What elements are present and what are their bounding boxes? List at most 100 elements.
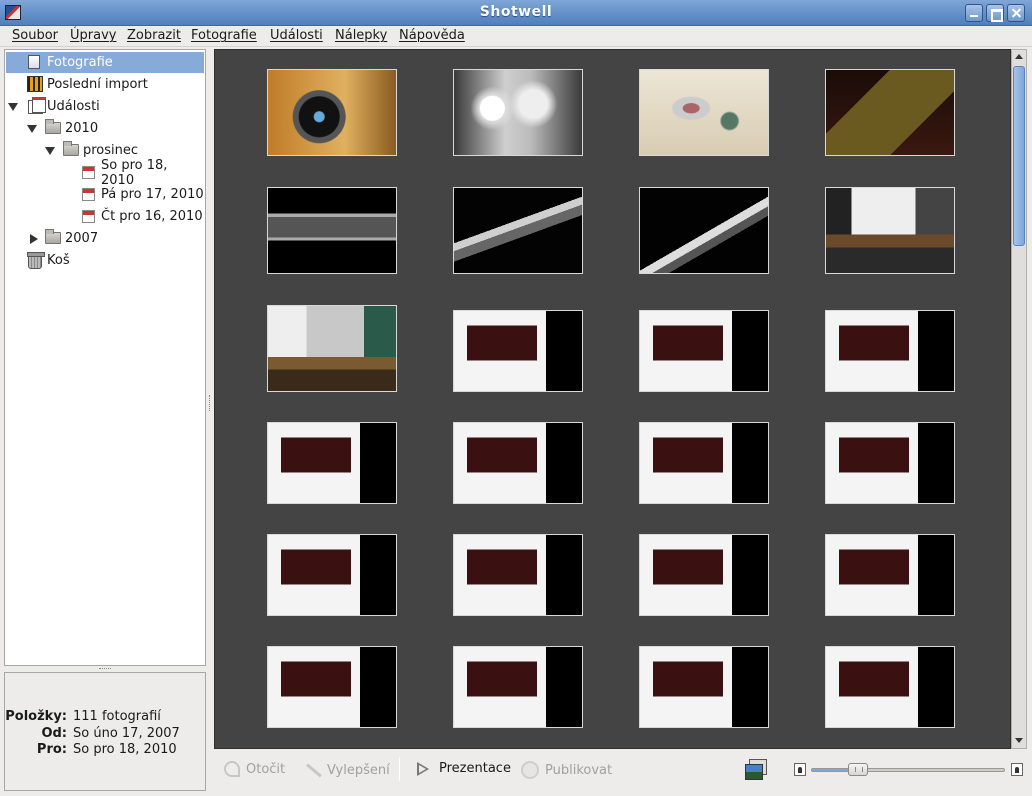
calendar-icon xyxy=(82,166,95,179)
publish-globe-icon xyxy=(521,761,539,779)
photo-thumbnail[interactable] xyxy=(825,310,955,392)
events-icon xyxy=(28,97,46,114)
photo-thumbnail[interactable] xyxy=(639,646,769,728)
folder-icon xyxy=(45,119,61,134)
minimize-button[interactable] xyxy=(965,4,983,22)
photo-thumbnail[interactable] xyxy=(825,69,955,156)
expander-right-icon[interactable] xyxy=(30,234,38,244)
zoom-slider-handle[interactable] xyxy=(848,763,868,776)
sidebar-item-last-import[interactable]: Poslední import xyxy=(6,74,204,95)
zoom-out-person-icon[interactable] xyxy=(794,763,806,776)
title-bar: Shotwell xyxy=(0,0,1032,26)
zoom-slider-fill xyxy=(812,769,851,771)
scroll-down-icon[interactable] xyxy=(1015,738,1023,743)
rotate-label: Otočit xyxy=(246,761,286,777)
expander-down-icon[interactable] xyxy=(8,103,18,111)
menu-file[interactable]: Soubor xyxy=(12,28,58,43)
expander-down-icon[interactable] xyxy=(27,125,37,133)
menu-photos[interactable]: Fotografie xyxy=(191,28,257,43)
scroll-up-icon[interactable] xyxy=(1015,54,1023,59)
photo-thumbnail[interactable] xyxy=(825,187,955,274)
photo-thumbnail[interactable] xyxy=(267,187,397,274)
photo-thumbnail[interactable] xyxy=(267,422,397,504)
menu-edit[interactable]: Úpravy xyxy=(70,28,116,43)
sidebar-item-label: So pro 18, 2010 xyxy=(101,157,168,188)
publish-button[interactable]: Publikovat xyxy=(521,761,612,779)
photos-display-icon[interactable] xyxy=(745,759,767,780)
photo-thumbnail[interactable] xyxy=(453,187,583,274)
photo-thumbnail[interactable] xyxy=(825,422,955,504)
sidebar-item-label: Události xyxy=(47,99,100,114)
photo-thumbnail[interactable] xyxy=(639,187,769,274)
sidebar-item-label: Poslední import xyxy=(47,77,148,92)
sidebar-item-label: Koš xyxy=(47,253,70,268)
rotate-icon xyxy=(224,761,240,777)
photo-thumbnail[interactable] xyxy=(453,69,583,156)
enhance-label: Vylepšení xyxy=(327,762,390,778)
sidebar-item-event[interactable]: Čt pro 16, 2010 xyxy=(6,206,204,227)
photo-thumbnail[interactable] xyxy=(267,69,397,156)
toolbar-separator xyxy=(399,757,400,781)
photo-thumbnail[interactable] xyxy=(639,69,769,156)
photo-thumbnail[interactable] xyxy=(267,534,397,616)
sidebar-item-event[interactable]: So pro 18, 2010 xyxy=(6,158,204,188)
photo-thumbnail[interactable] xyxy=(267,646,397,728)
sidebar-item-label: 2007 xyxy=(65,231,99,246)
expander-down-icon[interactable] xyxy=(45,147,55,155)
menu-events[interactable]: Události xyxy=(270,28,323,43)
items-count-value: 111 fotografií xyxy=(73,709,161,724)
calendar-icon xyxy=(82,210,95,223)
menu-view[interactable]: Zobrazit xyxy=(127,28,181,43)
folder-icon xyxy=(45,229,61,244)
sidebar-item-label: prosinec xyxy=(83,143,139,158)
window-title: Shotwell xyxy=(479,4,553,20)
menu-bar: Soubor Úpravy Zobrazit Fotografie Událos… xyxy=(0,26,1032,47)
photo-thumbnail[interactable] xyxy=(453,422,583,504)
menu-help[interactable]: Nápověda xyxy=(399,28,465,43)
zoom-in-person-icon[interactable] xyxy=(1011,763,1023,776)
info-panel: Položky: 111 fotografií Od: So úno 17, 2… xyxy=(4,672,206,791)
sidebar-item-year-2010[interactable]: 2010 xyxy=(6,118,204,139)
maximize-button[interactable] xyxy=(986,4,1004,22)
rotate-button[interactable]: Otočit xyxy=(224,761,285,777)
sidebar-item-events[interactable]: Události xyxy=(6,96,204,117)
photo-thumbnail[interactable] xyxy=(267,305,397,392)
photo-thumbnail[interactable] xyxy=(453,310,583,392)
trash-icon xyxy=(27,252,45,269)
date-from-label: Od: xyxy=(41,726,67,741)
play-icon xyxy=(417,761,429,776)
photo-thumbnail[interactable] xyxy=(453,646,583,728)
sidebar-item-trash[interactable]: Koš xyxy=(6,250,204,271)
publish-label: Publikovat xyxy=(545,762,613,778)
sidebar: Fotografie Poslední import Události 2010… xyxy=(4,49,206,666)
photo-thumbnail[interactable] xyxy=(639,422,769,504)
enhance-button[interactable]: Vylepšení xyxy=(303,761,390,779)
sidebar-item-label: Čt pro 16, 2010 xyxy=(101,209,203,224)
enhance-wand-icon xyxy=(303,761,321,779)
sidebar-item-event[interactable]: Pá pro 17, 2010 xyxy=(6,184,204,205)
photo-thumbnail[interactable] xyxy=(825,646,955,728)
sidebar-item-label: 2010 xyxy=(65,121,99,136)
folder-icon xyxy=(63,141,79,156)
sidebar-item-label: Pá pro 17, 2010 xyxy=(101,187,204,202)
scrollbar-thumb[interactable] xyxy=(1013,66,1025,246)
items-count-label: Položky: xyxy=(5,709,67,724)
photos-icon xyxy=(28,53,46,69)
slideshow-label: Prezentace xyxy=(439,761,511,776)
photo-thumbnail[interactable] xyxy=(639,310,769,392)
import-icon xyxy=(27,76,43,92)
zoom-slider-track[interactable] xyxy=(811,768,1005,772)
photo-thumbnail[interactable] xyxy=(639,534,769,616)
pane-splitter-handle[interactable] xyxy=(206,49,214,791)
close-button[interactable] xyxy=(1007,4,1025,22)
photo-thumbnail[interactable] xyxy=(453,534,583,616)
menu-tags[interactable]: Nálepky xyxy=(335,28,387,43)
slideshow-button[interactable]: Prezentace xyxy=(417,761,511,776)
date-to-label: Pro: xyxy=(36,742,67,757)
date-to-value: So pro 18, 2010 xyxy=(73,742,177,757)
sidebar-item-photos[interactable]: Fotografie xyxy=(6,52,204,73)
vertical-scrollbar[interactable] xyxy=(1011,49,1027,749)
sidebar-item-year-2007[interactable]: 2007 xyxy=(6,228,204,249)
photo-grid xyxy=(214,49,1011,749)
photo-thumbnail[interactable] xyxy=(825,534,955,616)
